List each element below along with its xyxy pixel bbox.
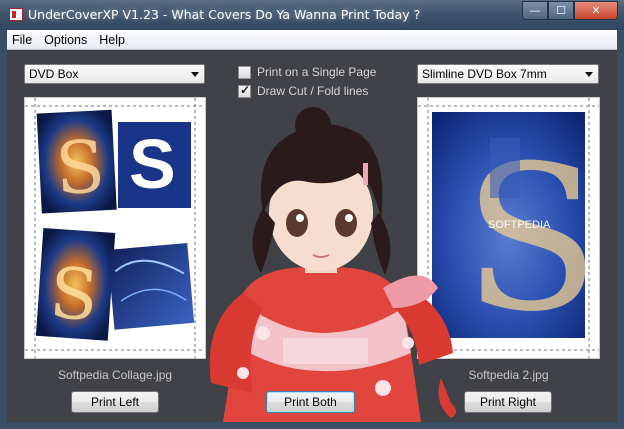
print-right-button[interactable]: Print Right xyxy=(464,391,552,413)
minimize-button[interactable]: — xyxy=(522,1,548,20)
svg-text:S: S xyxy=(463,123,599,356)
menu-bar: File Options Help xyxy=(7,30,617,50)
cover-overlay-text: SOFTPEDIA xyxy=(488,219,551,231)
window-controls: — ☐ ✕ xyxy=(522,1,618,20)
left-cover-type-value: DVD Box xyxy=(29,67,79,81)
menu-file[interactable]: File xyxy=(7,33,38,47)
client-area: DVD Box Print on a Single Page Draw Cut … xyxy=(7,51,617,422)
right-cover-type-select[interactable]: Slimline DVD Box 7mm xyxy=(417,64,599,84)
right-cover-type-value: Slimline DVD Box 7mm xyxy=(422,67,547,81)
collage-image: S S S xyxy=(25,98,205,358)
chevron-down-icon xyxy=(585,72,593,77)
maximize-button[interactable]: ☐ xyxy=(548,1,574,20)
cut-lines-label: Draw Cut / Fold lines xyxy=(257,84,369,98)
window-frame-bottom xyxy=(0,422,624,429)
single-page-checkbox[interactable] xyxy=(238,65,251,79)
single-page-label: Print on a Single Page xyxy=(257,65,377,79)
app-icon xyxy=(9,8,23,21)
left-cover-type-select[interactable]: DVD Box xyxy=(24,64,205,84)
print-both-button[interactable]: Print Both xyxy=(266,391,355,413)
window-frame-left xyxy=(0,30,7,429)
window-frame-right xyxy=(617,30,624,429)
chevron-down-icon xyxy=(191,72,199,77)
window-title: UnderCoverXP V1.23 - What Covers Do Ya W… xyxy=(28,7,421,22)
close-button[interactable]: ✕ xyxy=(574,1,618,20)
svg-text:S: S xyxy=(129,125,176,203)
cut-lines-option[interactable]: Draw Cut / Fold lines xyxy=(238,83,369,98)
cut-lines-checkbox[interactable] xyxy=(238,83,251,98)
menu-options[interactable]: Options xyxy=(38,33,93,47)
svg-text:S: S xyxy=(53,124,107,210)
svg-text:S: S xyxy=(47,252,101,337)
right-image-filename: Softpedia 2.jpg xyxy=(468,368,549,382)
app-window: UnderCoverXP V1.23 - What Covers Do Ya W… xyxy=(0,0,624,429)
left-cover-preview[interactable]: S S S xyxy=(24,97,206,359)
print-left-button[interactable]: Print Left xyxy=(71,391,159,413)
left-image-filename: Softpedia Collage.jpg xyxy=(57,368,173,382)
menu-help[interactable]: Help xyxy=(93,33,131,47)
title-bar[interactable]: UnderCoverXP V1.23 - What Covers Do Ya W… xyxy=(0,0,624,30)
single-page-option[interactable]: Print on a Single Page xyxy=(238,65,376,79)
